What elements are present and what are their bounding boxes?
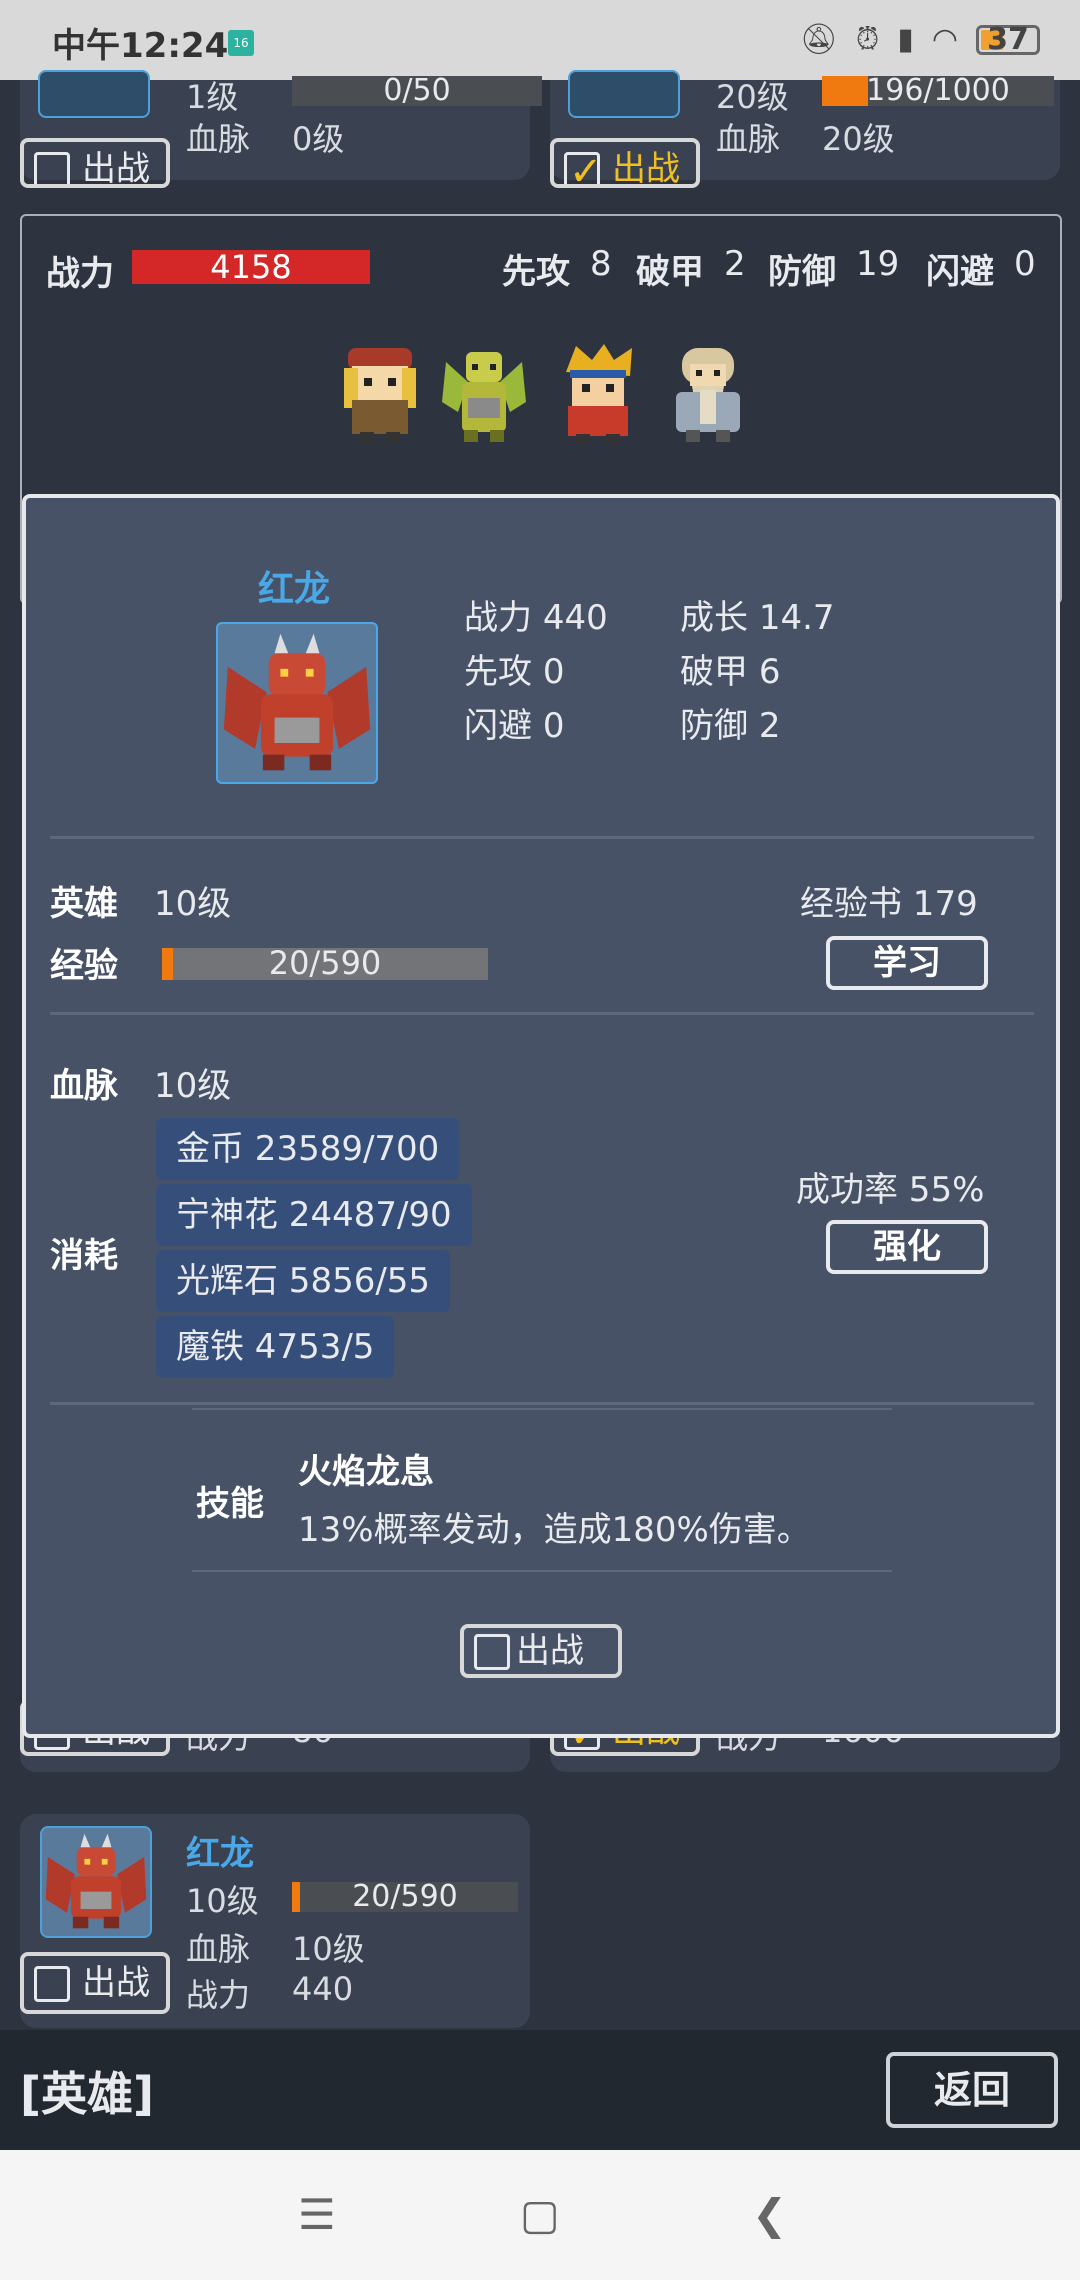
clock: 中午12:24 bbox=[52, 26, 229, 66]
back-button[interactable]: 返回 bbox=[886, 2052, 1058, 2128]
divider bbox=[50, 1402, 1034, 1405]
hero-level: 10级 bbox=[154, 884, 232, 924]
skill-name: 火焰龙息 bbox=[298, 1452, 434, 1492]
stat-defense: 防御 2 bbox=[680, 706, 781, 746]
exp-bar: 196/1000 bbox=[822, 76, 1054, 106]
exp-bar: 0/50 bbox=[292, 76, 542, 106]
status-bar: 中午12:24 16 🔕︎ ⏰︎ ▮ ◠ 37 bbox=[0, 0, 1080, 80]
team-hero-sprite[interactable] bbox=[662, 342, 754, 446]
system-nav-bar: ☰ ▢ ❮ bbox=[0, 2150, 1080, 2280]
blood-level: 10级 bbox=[154, 1066, 232, 1106]
hero-portrait-red-dragon bbox=[40, 1826, 152, 1938]
learn-button[interactable]: 学习 bbox=[826, 936, 988, 990]
wifi-icon: ◠ bbox=[931, 22, 958, 57]
hero-card-red-dragon[interactable]: 红龙 10级 20/590 血脉 10级 出战 战力 440 bbox=[20, 1814, 530, 2028]
divider bbox=[50, 836, 1034, 839]
exp-book-count: 经验书 179 bbox=[800, 884, 978, 924]
modal-hero-portrait bbox=[216, 622, 378, 784]
signal-icon: ▮ bbox=[897, 22, 914, 57]
divider bbox=[192, 1408, 892, 1410]
bottom-bar: [英雄] 返回 bbox=[0, 2030, 1080, 2150]
deploy-checkbox[interactable]: 出战 bbox=[20, 1952, 170, 2014]
stat-growth: 成长 14.7 bbox=[680, 598, 835, 638]
cost-item-stone: 光辉石 5856/55 bbox=[156, 1250, 451, 1312]
battery-icon: 37 bbox=[976, 24, 1040, 55]
cost-item-iron: 魔铁 4753/5 bbox=[156, 1316, 395, 1378]
hero-card[interactable]: 20级 196/1000 血脉 20级 出战 bbox=[550, 70, 1060, 188]
screen-title: [英雄] bbox=[20, 2067, 155, 2121]
team-hero-sprite[interactable] bbox=[438, 342, 530, 446]
stat-armor-break: 破甲 6 bbox=[680, 652, 781, 692]
deploy-checkbox[interactable]: 出战 bbox=[550, 138, 700, 188]
stat-initiative: 先攻 0 bbox=[464, 652, 565, 692]
app-notification-icon: 16 bbox=[228, 30, 254, 56]
divider bbox=[192, 1570, 892, 1572]
team-hero-sprite[interactable] bbox=[334, 342, 426, 446]
stat-dodge: 闪避 0 bbox=[464, 706, 565, 746]
cost-item-gold: 金币 23589/700 bbox=[156, 1118, 460, 1180]
menu-icon[interactable]: ☰ bbox=[298, 2190, 336, 2239]
divider bbox=[50, 1012, 1034, 1015]
skill-description: 13%概率发动，造成180%伤害。 bbox=[298, 1510, 811, 1550]
hero-portrait bbox=[568, 70, 680, 118]
modal-hero-name: 红龙 bbox=[258, 569, 331, 610]
cost-item-herb: 宁神花 24487/90 bbox=[156, 1184, 472, 1246]
modal-deploy-checkbox[interactable]: 出战 bbox=[460, 1624, 622, 1678]
mute-icon: 🔕︎ bbox=[799, 22, 838, 57]
hero-portrait bbox=[38, 70, 150, 118]
hero-detail-modal: 红龙 战力 440 成长 14.7 先攻 0 破甲 6 闪避 0 防御 2 英雄… bbox=[22, 494, 1060, 1738]
deploy-checkbox[interactable]: 出战 bbox=[20, 138, 170, 188]
success-rate: 成功率 55% bbox=[796, 1170, 985, 1210]
alarm-icon: ⏰︎ bbox=[855, 22, 880, 57]
hero-card[interactable]: 1级 0/50 血脉 0级 出战 bbox=[20, 70, 542, 188]
hero-name: 红龙 bbox=[186, 1834, 254, 1874]
stat-power: 战力 440 bbox=[464, 598, 608, 638]
back-icon[interactable]: ❮ bbox=[752, 2190, 787, 2239]
hero-exp-bar: 20/590 bbox=[162, 947, 488, 980]
home-icon[interactable]: ▢ bbox=[520, 2190, 560, 2239]
team-power-bar: 4158 bbox=[132, 250, 370, 284]
team-hero-sprite[interactable] bbox=[552, 342, 644, 446]
enhance-button[interactable]: 强化 bbox=[826, 1220, 988, 1274]
exp-bar: 20/590 bbox=[292, 1882, 518, 1912]
